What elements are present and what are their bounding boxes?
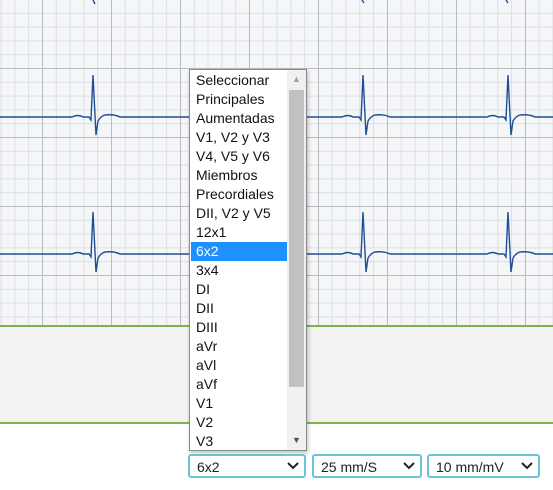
paper-speed-value: 25 mm/S (321, 459, 378, 475)
lead-layout-select[interactable]: 6x2 (188, 454, 306, 478)
triangle-up-icon[interactable]: ▲ (287, 71, 306, 88)
paper-speed-select[interactable]: 25 mm/S (312, 454, 422, 478)
chevron-down-icon (403, 462, 415, 470)
dropdown-option[interactable]: 3x4 (191, 261, 292, 280)
dropdown-scrollbar[interactable]: ▲ ▼ (287, 70, 306, 450)
dropdown-option[interactable]: Miembros (191, 166, 292, 185)
dropdown-option[interactable]: DI (191, 280, 292, 299)
dropdown-option[interactable]: DII (191, 299, 292, 318)
dropdown-option[interactable]: V2 (191, 413, 292, 432)
ecg-trace-fragment (92, 0, 509, 5)
dropdown-option[interactable]: 6x2 (191, 242, 292, 261)
dropdown-option[interactable]: aVf (191, 375, 292, 394)
scrollbar-thumb[interactable] (289, 90, 304, 387)
dropdown-option[interactable]: Aumentadas (191, 109, 292, 128)
amplitude-value: 10 mm/mV (436, 459, 504, 475)
dropdown-option[interactable]: Seleccionar (191, 71, 292, 90)
chevron-down-icon (287, 462, 299, 470)
dropdown-option[interactable]: aVr (191, 337, 292, 356)
amplitude-select[interactable]: 10 mm/mV (427, 454, 540, 478)
dropdown-option[interactable]: Precordiales (191, 185, 292, 204)
dropdown-option[interactable]: DIII (191, 318, 292, 337)
dropdown-option[interactable]: V4, V5 y V6 (191, 147, 292, 166)
dropdown-option[interactable]: Principales (191, 90, 292, 109)
dropdown-option[interactable]: V1, V2 y V3 (191, 128, 292, 147)
dropdown-option[interactable]: 12x1 (191, 223, 292, 242)
dropdown-option[interactable]: aVl (191, 356, 292, 375)
lead-layout-dropdown-list[interactable]: Seleccionar Principales Aumentadas V1, V2 y… (189, 69, 307, 451)
dropdown-option[interactable]: V1 (191, 394, 292, 413)
triangle-down-icon[interactable]: ▼ (287, 432, 306, 449)
dropdown-option[interactable]: V3 (191, 432, 292, 451)
dropdown-option[interactable]: DII, V2 y V5 (191, 204, 292, 223)
lead-layout-value: 6x2 (197, 459, 220, 475)
chevron-down-icon (521, 462, 533, 470)
